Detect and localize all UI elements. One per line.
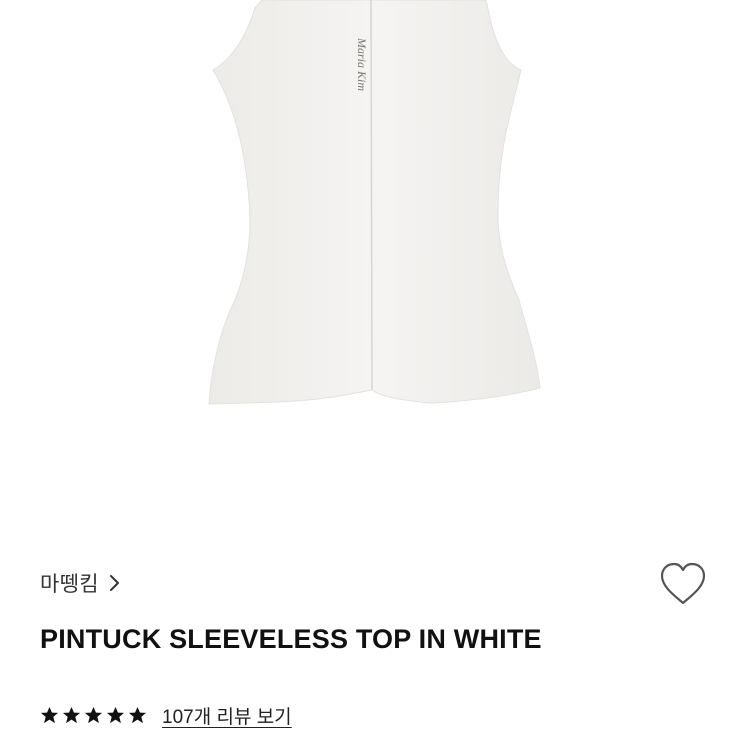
sleeveless-top-illustration: Maria Kim — [208, 0, 541, 405]
product-title: PINTUCK SLEEVELESS TOP IN WHITE — [40, 624, 542, 654]
brand-name: 마뗑킴 — [40, 573, 99, 596]
star-filled-icon — [106, 706, 125, 725]
star-filled-icon — [128, 706, 147, 725]
star-rating — [40, 706, 147, 725]
garment-body — [208, 0, 541, 405]
brand-link[interactable]: 마뗑킴 — [40, 568, 123, 598]
star-filled-icon — [62, 706, 81, 725]
rating-row: 107개 리뷰 보기 — [40, 702, 292, 729]
chevron-right-icon — [107, 574, 123, 592]
review-link[interactable]: 107개 리뷰 보기 — [162, 702, 292, 729]
logo-print: Maria Kim — [355, 37, 369, 91]
wishlist-button[interactable] — [655, 558, 711, 614]
star-filled-icon — [84, 706, 103, 725]
pintuck-seam — [370, 0, 373, 391]
heart-outline-icon — [658, 561, 708, 612]
svg-text:Maria Kim: Maria Kim — [355, 37, 369, 91]
star-filled-icon — [40, 706, 59, 725]
product-image[interactable]: Maria Kim — [0, 0, 749, 545]
